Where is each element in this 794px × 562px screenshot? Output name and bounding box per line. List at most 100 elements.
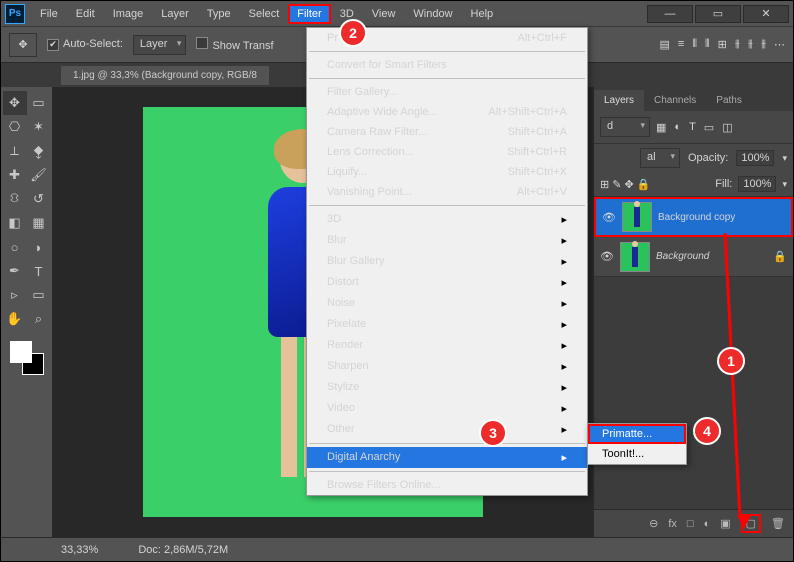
align-icon[interactable]: ⫴ (692, 38, 697, 51)
filter-liquify[interactable]: Liquify...Shift+Ctrl+X (307, 162, 587, 182)
tab-channels[interactable]: Channels (644, 90, 706, 111)
fill-value[interactable]: 100% (738, 176, 776, 192)
filter-noise[interactable]: Noise (307, 293, 587, 314)
filter-sharpen[interactable]: Sharpen (307, 356, 587, 377)
filter-stylize[interactable]: Stylize (307, 377, 587, 398)
move-tool[interactable]: ✥ (3, 91, 27, 115)
submenu-toonit[interactable]: ToonIt!... (588, 444, 686, 464)
visibility-icon[interactable]: 👁 (600, 250, 614, 263)
menu-layer[interactable]: Layer (152, 4, 198, 24)
hand-tool[interactable]: ✋ (3, 307, 27, 331)
adjustment-icon[interactable]: ◐ (704, 518, 711, 530)
eraser-tool[interactable]: ◧ (3, 211, 27, 235)
submenu-primatte[interactable]: Primatte... (588, 424, 686, 444)
filter-video[interactable]: Video (307, 398, 587, 419)
zoom-tool[interactable]: ⌕ (27, 307, 51, 331)
align-icon[interactable]: ⫵ (761, 38, 766, 51)
auto-select-check[interactable]: Auto-Select: (47, 38, 123, 51)
filter-digital-anarchy[interactable]: Digital Anarchy (307, 447, 587, 468)
link-layers-icon[interactable]: ⊖ (649, 517, 658, 530)
trash-icon[interactable]: 🗑 (771, 517, 785, 530)
menu-image[interactable]: Image (104, 4, 153, 24)
mask-icon[interactable]: □ (687, 518, 694, 530)
filter-browse-online[interactable]: Browse Filters Online... (307, 475, 587, 495)
marquee-tool[interactable]: ▭ (27, 91, 51, 115)
gradient-tool[interactable]: ▦ (27, 211, 51, 235)
filter-blur-gallery[interactable]: Blur Gallery (307, 251, 587, 272)
filter-gallery[interactable]: Filter Gallery... (307, 82, 587, 102)
filter-distort[interactable]: Distort (307, 272, 587, 293)
menu-file[interactable]: File (31, 4, 67, 24)
align-icon[interactable]: ▤ (660, 38, 670, 51)
fx-icon[interactable]: fx (668, 518, 677, 530)
layer-name[interactable]: Background copy (658, 212, 785, 223)
tab-paths[interactable]: Paths (706, 90, 752, 111)
align-icon[interactable]: ⫵ (748, 38, 753, 51)
filter-type-icon[interactable]: T (689, 121, 696, 134)
dodge-tool[interactable]: ◗ (27, 235, 51, 259)
healing-tool[interactable]: ✚ (3, 163, 27, 187)
tab-layers[interactable]: Layers (594, 90, 644, 111)
layer-name[interactable]: Background (656, 251, 767, 262)
crop-tool[interactable]: ⟂ (3, 139, 27, 163)
layer-row-background-copy[interactable]: 👁 Background copy (594, 197, 793, 237)
color-swatches[interactable] (10, 341, 44, 375)
layer-thumbnail[interactable] (622, 202, 652, 232)
foreground-swatch[interactable] (10, 341, 32, 363)
filter-lens-correction[interactable]: Lens Correction...Shift+Ctrl+R (307, 142, 587, 162)
filter-adaptive-wide-angle[interactable]: Adaptive Wide Angle...Alt+Shift+Ctrl+A (307, 102, 587, 122)
filter-vanishing-point[interactable]: Vanishing Point...Alt+Ctrl+V (307, 182, 587, 202)
lasso-tool[interactable]: ⎔ (3, 115, 27, 139)
history-brush-tool[interactable]: ↺ (27, 187, 51, 211)
filter-other[interactable]: Other (307, 419, 587, 440)
menu-view[interactable]: View (363, 4, 405, 24)
filter-shape-icon[interactable]: ▭ (704, 121, 714, 134)
doc-size[interactable]: Doc: 2,86M/5,72M (138, 544, 228, 556)
layer-thumbnail[interactable] (620, 242, 650, 272)
pen-tool[interactable]: ✒ (3, 259, 27, 283)
path-tool[interactable]: ▹ (3, 283, 27, 307)
align-icon[interactable]: ⋯ (774, 38, 785, 51)
move-tool-icon[interactable]: ✥ (9, 33, 37, 57)
align-icon[interactable]: ⊞ (718, 38, 727, 51)
align-icon[interactable]: ⫵ (735, 38, 740, 51)
eyedropper-tool[interactable]: ⧪ (27, 139, 51, 163)
minimize-button[interactable]: — (647, 5, 693, 23)
filter-adjust-icon[interactable]: ◐ (674, 121, 681, 134)
blend-mode-select[interactable]: al (640, 148, 680, 168)
document-tab[interactable]: 1.jpg @ 33,3% (Background copy, RGB/8 (61, 66, 269, 85)
close-button[interactable]: ✕ (743, 5, 789, 23)
align-icon[interactable]: ≡ (678, 38, 684, 51)
shape-tool[interactable]: ▭ (27, 283, 51, 307)
menu-window[interactable]: Window (404, 4, 461, 24)
auto-select-target[interactable]: Layer (133, 35, 187, 55)
layer-filter-kind[interactable]: d (600, 117, 650, 137)
menu-filter[interactable]: Filter (288, 4, 330, 24)
zoom-level[interactable]: 33,33% (61, 544, 98, 556)
type-tool[interactable]: T (27, 259, 51, 283)
chevron-down-icon[interactable]: ▾ (782, 179, 787, 190)
chevron-down-icon[interactable]: ▾ (782, 153, 787, 164)
menu-type[interactable]: Type (198, 4, 240, 24)
menu-select[interactable]: Select (240, 4, 289, 24)
filter-pixelate[interactable]: Pixelate (307, 314, 587, 335)
filter-pixel-icon[interactable]: ▦ (656, 121, 666, 134)
filter-smart-icon[interactable]: ◫ (722, 121, 732, 134)
lock-icons[interactable]: ⊞ ✎ ✥ 🔒 (600, 178, 651, 191)
filter-blur[interactable]: Blur (307, 230, 587, 251)
blur-tool[interactable]: ○ (3, 235, 27, 259)
stamp-tool[interactable]: ⛻ (3, 187, 27, 211)
show-transform-check[interactable]: Show Transf (196, 37, 273, 52)
filter-3d[interactable]: 3D (307, 209, 587, 230)
filter-render[interactable]: Render (307, 335, 587, 356)
layer-row-background[interactable]: 👁 Background 🔒 (594, 237, 793, 277)
brush-tool[interactable]: 🖌 (27, 163, 51, 187)
restore-button[interactable]: ▭ (695, 5, 741, 23)
group-icon[interactable]: ▣ (720, 517, 730, 530)
menu-help[interactable]: Help (462, 4, 503, 24)
magic-wand-tool[interactable]: ✶ (27, 115, 51, 139)
menu-edit[interactable]: Edit (67, 4, 104, 24)
opacity-value[interactable]: 100% (736, 150, 774, 166)
filter-camera-raw[interactable]: Camera Raw Filter...Shift+Ctrl+A (307, 122, 587, 142)
align-icon[interactable]: ⫴ (705, 38, 710, 51)
